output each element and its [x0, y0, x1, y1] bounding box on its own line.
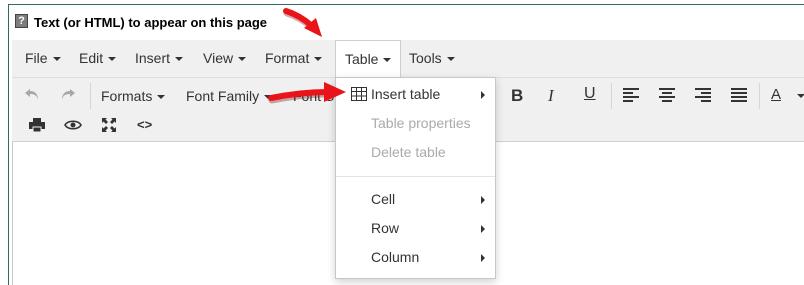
underline-icon[interactable]: U — [584, 85, 596, 103]
chevron-right-icon — [481, 91, 485, 99]
formats-dropdown[interactable]: Formats — [101, 88, 166, 104]
chevron-right-icon — [481, 254, 485, 262]
table-menu-dropdown: Insert table Table properties Delete tab… — [335, 77, 496, 279]
menu-tools[interactable]: Tools — [400, 40, 464, 78]
preview-icon[interactable] — [61, 113, 85, 137]
menu-edit[interactable]: Edit — [70, 40, 125, 78]
annotation-arrow-icon — [268, 82, 346, 104]
chevron-down-icon — [157, 95, 166, 100]
menu-item-cell[interactable]: Cell — [336, 185, 495, 213]
chevron-right-icon — [481, 196, 485, 204]
chevron-down-icon — [383, 58, 392, 63]
field-label: Text (or HTML) to appear on this page — [34, 15, 268, 30]
align-right-icon[interactable] — [691, 83, 715, 107]
align-justify-icon[interactable] — [727, 83, 751, 107]
bold-icon[interactable]: B — [511, 86, 523, 106]
font-family-dropdown[interactable]: Font Family — [186, 88, 273, 104]
menu-item-row[interactable]: Row — [336, 214, 495, 242]
chevron-down-icon — [238, 57, 247, 62]
italic-icon[interactable]: I — [548, 86, 554, 106]
menu-file[interactable]: File — [16, 40, 70, 78]
chevron-right-icon — [481, 225, 485, 233]
redo-icon[interactable] — [56, 83, 80, 107]
table-icon — [351, 87, 367, 101]
toolbar-separator — [611, 83, 612, 109]
menu-item-delete-table: Delete table — [371, 144, 446, 160]
menu-table[interactable]: Table — [335, 40, 402, 79]
menu-insert[interactable]: Insert — [126, 40, 192, 78]
align-left-icon[interactable] — [619, 83, 643, 107]
chevron-down-icon — [446, 57, 455, 62]
toolbar-separator — [90, 83, 91, 109]
text-color-icon[interactable]: A — [771, 86, 781, 103]
align-center-icon[interactable] — [655, 83, 679, 107]
field-header: ? Text (or HTML) to appear on this page — [8, 4, 804, 36]
toolbar-separator — [759, 83, 760, 109]
chevron-down-icon — [108, 57, 117, 62]
menu-item-column[interactable]: Column — [336, 243, 495, 271]
print-icon[interactable] — [25, 113, 49, 137]
menu-item-insert-table[interactable]: Insert table — [336, 80, 495, 108]
chevron-down-icon — [314, 57, 323, 62]
source-code-icon[interactable]: <> — [137, 117, 152, 132]
help-icon[interactable]: ? — [15, 14, 28, 28]
fullscreen-icon[interactable] — [97, 113, 121, 137]
menu-divider — [336, 176, 495, 177]
chevron-down-icon[interactable] — [797, 94, 804, 98]
annotation-arrow-icon — [283, 8, 322, 37]
menu-format[interactable]: Format — [256, 40, 331, 78]
chevron-down-icon — [52, 57, 61, 62]
menu-item-table-properties: Table properties — [371, 115, 471, 131]
undo-icon[interactable] — [20, 83, 44, 107]
chevron-down-icon — [175, 57, 184, 62]
menubar: File Edit Insert View Format Table Tools — [12, 40, 804, 79]
menu-view[interactable]: View — [194, 40, 255, 78]
